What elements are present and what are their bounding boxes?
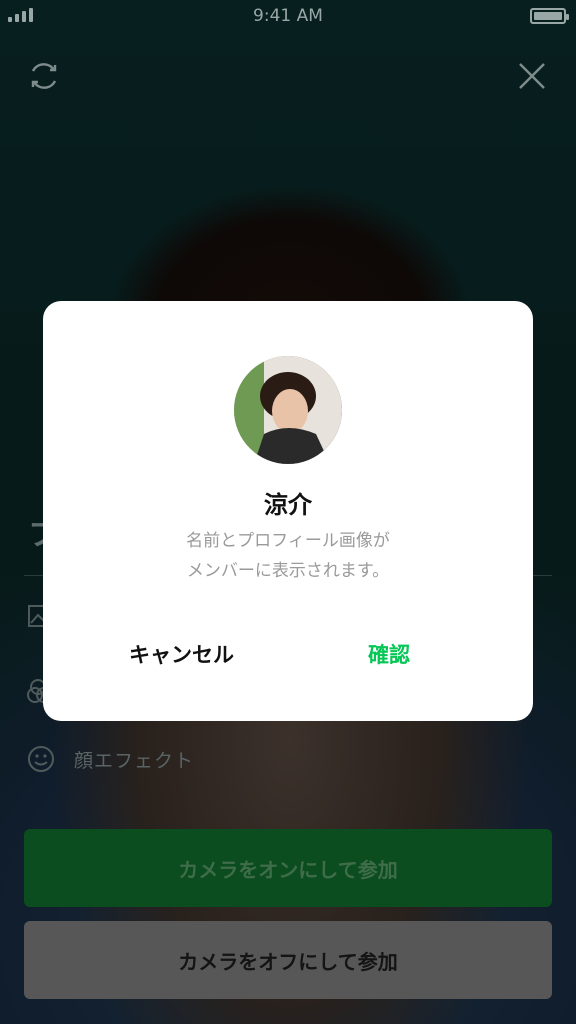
face-effect-row[interactable]: 顔エフェクト [26,744,194,774]
close-icon[interactable] [512,56,552,96]
face-effect-label: 顔エフェクト [74,749,195,772]
signal-icon [8,8,33,22]
smile-icon [28,746,54,772]
confirm-button[interactable]: 確認 [368,639,410,669]
status-bar: 9:41 AM [0,0,576,32]
join-camera-off-button[interactable]: カメラをオフにして参加 [24,921,552,999]
join-camera-on-button[interactable]: カメラをオンにして参加 [24,829,552,907]
battery-icon [530,8,569,24]
cancel-button[interactable]: キャンセル [129,639,234,669]
refresh-icon[interactable] [24,56,64,96]
description-line-1: 名前とプロフィール画像が [186,531,390,551]
description-line-2: メンバーに表示されます。 [186,561,390,581]
avatar [234,356,342,464]
status-time: 9:41 AM [253,6,323,26]
profile-confirm-dialog: 涼介 名前とプロフィール画像が メンバーに表示されます。 キャンセル 確認 [43,301,533,721]
profile-name: 涼介 [264,491,312,519]
dialog-description: 名前とプロフィール画像が メンバーに表示されます。 [103,526,473,586]
